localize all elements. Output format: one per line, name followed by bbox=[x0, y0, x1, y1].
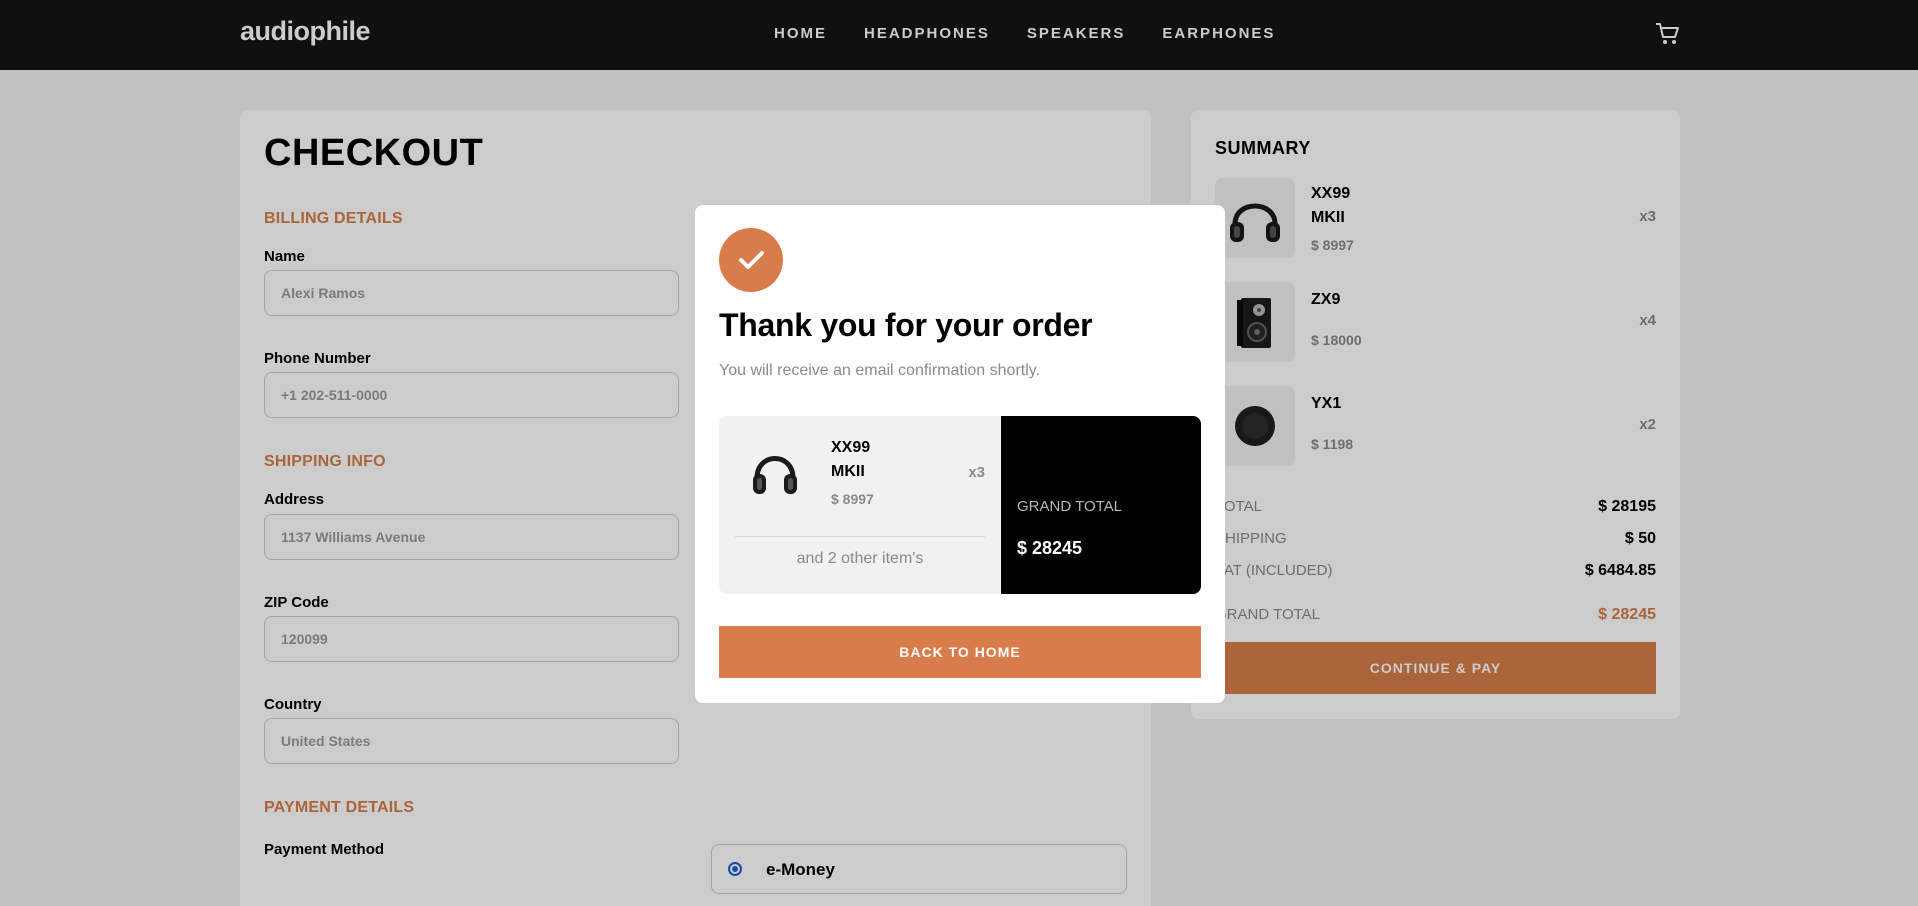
modal-title: Thank you for your order bbox=[719, 307, 1093, 343]
grand-total-panel: GRAND TOTAL $ 28245 bbox=[1001, 416, 1201, 594]
modal-item-name-line1: XX99 bbox=[831, 439, 871, 456]
headphones-icon bbox=[743, 440, 807, 504]
order-confirmation-modal: Thank you for your order You will receiv… bbox=[695, 205, 1225, 703]
back-to-home-button[interactable]: BACK TO HOME bbox=[719, 626, 1201, 678]
modal-grand-total-value: $ 28245 bbox=[1017, 538, 1083, 558]
modal-item-qty: x3 bbox=[968, 464, 985, 481]
order-items-panel: XX99 MKII $ 8997 x3 and 2 other item's bbox=[719, 416, 1001, 594]
divider bbox=[735, 536, 985, 537]
other-items-toggle[interactable]: and 2 other item's bbox=[719, 550, 1001, 568]
modal-grand-total-label: GRAND TOTAL bbox=[1017, 498, 1123, 515]
modal-subtitle: You will receive an email confirmation s… bbox=[719, 362, 1041, 379]
modal-item-name: XX99 MKII bbox=[831, 436, 870, 484]
modal-item-price: $ 8997 bbox=[831, 491, 874, 507]
check-icon bbox=[719, 228, 783, 292]
modal-item-name-line2: MKII bbox=[831, 463, 865, 480]
